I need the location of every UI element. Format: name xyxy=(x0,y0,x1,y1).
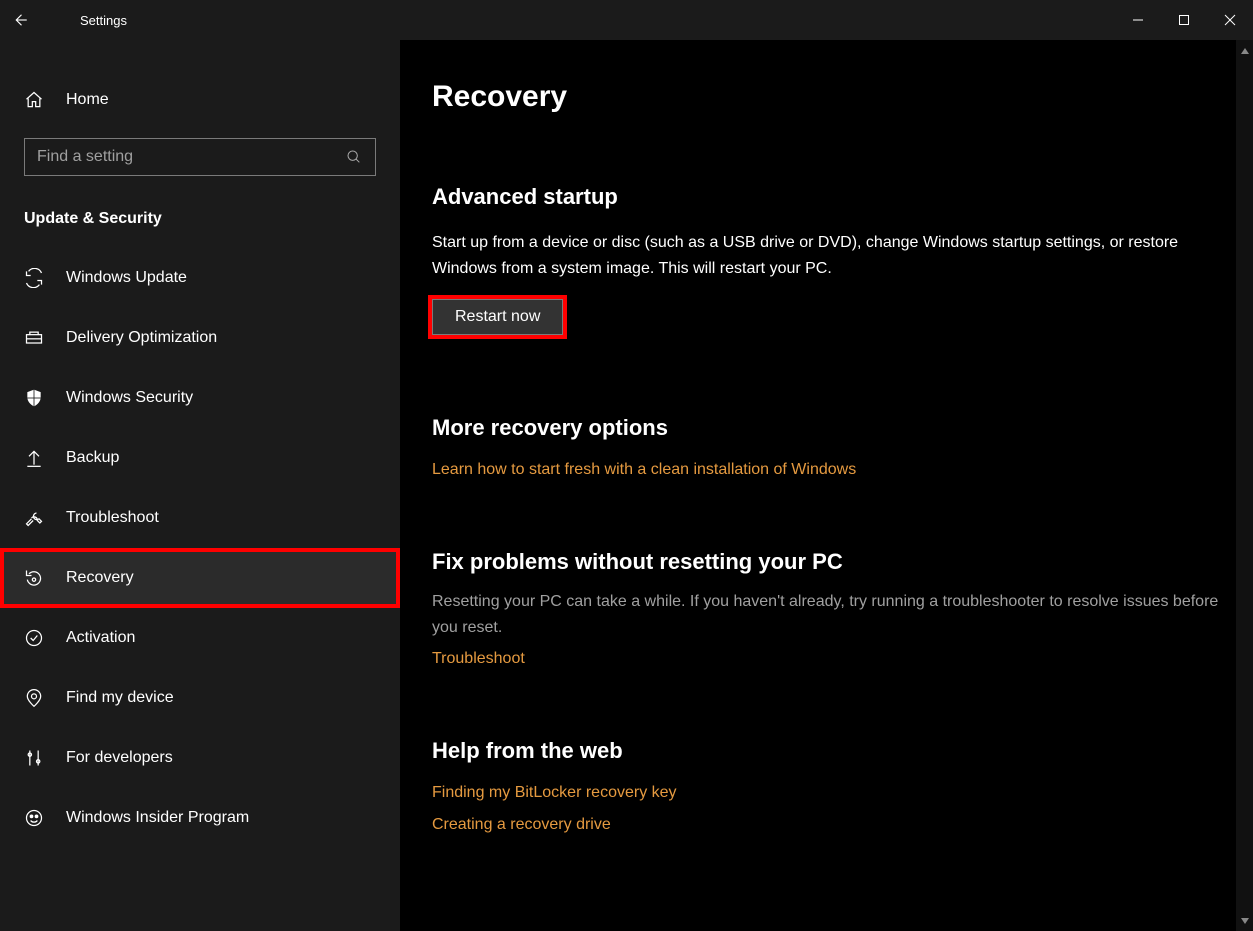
scroll-down-arrow-icon[interactable] xyxy=(1236,912,1253,929)
sidebar-item-label: Find my device xyxy=(66,689,174,707)
sidebar-item-label: Activation xyxy=(66,629,135,647)
sidebar-item-activation[interactable]: Activation xyxy=(0,608,400,668)
category-heading: Update & Security xyxy=(0,196,400,248)
search-wrap xyxy=(0,138,400,176)
sidebar-item-for-developers[interactable]: For developers xyxy=(0,728,400,788)
section-advanced-startup: Advanced startup Start up from a device … xyxy=(432,184,1222,335)
scroll-up-arrow-icon[interactable] xyxy=(1236,42,1253,59)
arrow-left-icon xyxy=(11,11,29,29)
home-icon xyxy=(24,90,44,110)
sidebar-item-label: Backup xyxy=(66,449,119,467)
sidebar-item-delivery-optimization[interactable]: Delivery Optimization xyxy=(0,308,400,368)
advanced-startup-text: Start up from a device or disc (such as … xyxy=(432,230,1222,281)
help-web-heading: Help from the web xyxy=(432,738,1222,764)
sidebar-item-recovery[interactable]: Recovery xyxy=(0,548,400,608)
checkmark-circle-icon xyxy=(24,628,44,648)
sidebar-item-label: Windows Insider Program xyxy=(66,809,249,827)
main-content: Recovery Advanced startup Start up from … xyxy=(400,40,1253,931)
bitlocker-link[interactable]: Finding my BitLocker recovery key xyxy=(432,784,677,802)
recovery-drive-link[interactable]: Creating a recovery drive xyxy=(432,816,611,834)
advanced-startup-heading: Advanced startup xyxy=(432,184,1222,210)
sidebar-item-windows-security[interactable]: Windows Security xyxy=(0,368,400,428)
sidebar-item-label: Delivery Optimization xyxy=(66,329,217,347)
sync-icon xyxy=(24,268,44,288)
location-icon xyxy=(24,688,44,708)
insider-icon xyxy=(24,808,44,828)
sidebar-item-windows-update[interactable]: Windows Update xyxy=(0,248,400,308)
fix-problems-text: Resetting your PC can take a while. If y… xyxy=(432,589,1222,640)
developer-icon xyxy=(24,748,44,768)
sidebar-item-label: For developers xyxy=(66,749,173,767)
window-controls xyxy=(1115,0,1253,40)
close-icon xyxy=(1224,14,1236,26)
shield-icon xyxy=(24,388,44,408)
minimize-button[interactable] xyxy=(1115,0,1161,40)
scrollbar[interactable] xyxy=(1236,40,1253,931)
maximize-icon xyxy=(1178,14,1190,26)
sidebar: Home Update & Security Windows Update xyxy=(0,40,400,931)
maximize-button[interactable] xyxy=(1161,0,1207,40)
sidebar-item-troubleshoot[interactable]: Troubleshoot xyxy=(0,488,400,548)
restart-now-button[interactable]: Restart now xyxy=(432,299,563,335)
backup-icon xyxy=(24,448,44,468)
sidebar-item-find-my-device[interactable]: Find my device xyxy=(0,668,400,728)
page-title: Recovery xyxy=(432,80,1253,114)
window-title: Settings xyxy=(80,13,127,28)
delivery-icon xyxy=(24,328,44,348)
section-help-web: Help from the web Finding my BitLocker r… xyxy=(432,738,1222,834)
start-fresh-link[interactable]: Learn how to start fresh with a clean in… xyxy=(432,461,856,479)
sidebar-item-backup[interactable]: Backup xyxy=(0,428,400,488)
more-recovery-heading: More recovery options xyxy=(432,415,1222,441)
back-button[interactable] xyxy=(0,0,40,40)
home-button[interactable]: Home xyxy=(0,70,400,130)
troubleshoot-link[interactable]: Troubleshoot xyxy=(432,650,525,668)
sidebar-item-windows-insider[interactable]: Windows Insider Program xyxy=(0,788,400,848)
titlebar: Settings xyxy=(0,0,1253,40)
close-button[interactable] xyxy=(1207,0,1253,40)
sidebar-item-label: Recovery xyxy=(66,569,134,587)
sidebar-item-label: Troubleshoot xyxy=(66,509,159,527)
sidebar-item-label: Windows Update xyxy=(66,269,187,287)
section-more-recovery: More recovery options Learn how to start… xyxy=(432,415,1222,479)
section-fix-problems: Fix problems without resetting your PC R… xyxy=(432,549,1222,668)
home-label: Home xyxy=(66,91,109,109)
settings-window: Settings Home xyxy=(0,0,1253,931)
fix-problems-heading: Fix problems without resetting your PC xyxy=(432,549,1222,575)
sidebar-item-label: Windows Security xyxy=(66,389,193,407)
wrench-icon xyxy=(24,508,44,528)
search-input[interactable] xyxy=(24,138,376,176)
minimize-icon xyxy=(1132,14,1144,26)
recovery-icon xyxy=(24,568,44,588)
